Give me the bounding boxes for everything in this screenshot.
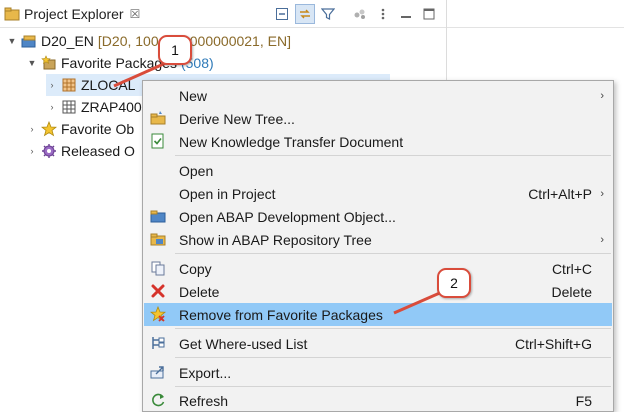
submenu-arrow-icon: ›: [600, 89, 604, 102]
export-icon: [150, 364, 166, 380]
menu-item-label: Copy: [179, 260, 212, 277]
tree-item-project[interactable]: ▼ D20_EN [D20, 100, 000000000021, EN]: [6, 30, 291, 52]
chevron-right-icon[interactable]: ›: [26, 123, 38, 135]
link-with-editor-icon[interactable]: [295, 4, 315, 24]
menu-item-derive-new-tree[interactable]: Derive New Tree...: [144, 107, 612, 130]
submenu-arrow-icon: ›: [600, 233, 604, 246]
menu-separator: [175, 386, 611, 387]
menu-separator: [175, 155, 611, 156]
menu-item-open-in-project[interactable]: Open in Project Ctrl+Alt+P ›: [144, 182, 612, 205]
context-menu: New › Derive New Tree... New Knowledge T…: [142, 80, 614, 412]
collapse-all-icon[interactable]: [272, 4, 292, 24]
menu-item-label: New Knowledge Transfer Document: [179, 133, 404, 150]
menu-item-label: Get Where-used List: [179, 335, 308, 352]
menu-item-copy[interactable]: Copy Ctrl+C: [144, 257, 612, 280]
remove-favorite-icon: [150, 306, 166, 322]
project-explorer-icon: [4, 6, 20, 22]
maximize-view-icon[interactable]: [419, 4, 439, 24]
chevron-down-icon[interactable]: ▼: [26, 57, 38, 69]
menu-item-label: Open: [179, 162, 214, 179]
star-icon: [41, 121, 57, 137]
menu-item-shortcut: F5: [575, 392, 592, 409]
menu-item-open[interactable]: Open: [144, 159, 612, 182]
derive-tree-icon: [150, 110, 166, 126]
view-menu-icon[interactable]: [373, 4, 393, 24]
menu-separator: [175, 253, 611, 254]
menu-item-refresh[interactable]: Refresh F5: [144, 389, 612, 412]
filter-icon[interactable]: [318, 4, 338, 24]
open-abap-object-icon: [150, 208, 166, 224]
callout-2: 2: [437, 268, 471, 298]
menu-item-label: Delete: [179, 283, 220, 300]
repository-tree-icon: [150, 231, 166, 247]
callout-1: 1: [158, 35, 192, 65]
menu-item-new[interactable]: New ›: [144, 84, 612, 107]
package-icon: [61, 99, 77, 115]
submenu-arrow-icon: ›: [600, 187, 604, 200]
menu-item-new-knowledge-transfer-document[interactable]: New Knowledge Transfer Document: [144, 130, 612, 153]
copy-icon: [150, 260, 166, 276]
menu-item-shortcut: Delete: [551, 283, 592, 300]
favorite-packages-icon: [41, 55, 57, 71]
tree-item-released-objects[interactable]: › Released O: [26, 140, 135, 162]
project-label: D20_EN: [41, 33, 94, 49]
tree-item-zrap400[interactable]: › ZRAP400: [46, 96, 142, 118]
menu-item-label: Open in Project: [179, 185, 276, 202]
menu-item-shortcut: Ctrl+Alt+P: [528, 185, 592, 202]
menu-item-label: Remove from Favorite Packages: [179, 306, 383, 323]
menu-item-shortcut: Ctrl+Shift+G: [514, 335, 592, 352]
chevron-right-icon[interactable]: ›: [46, 101, 58, 113]
package-label: ZLOCAL: [81, 77, 136, 93]
view-tab-title: Project Explorer: [24, 6, 124, 22]
project-decoration: [D20, 100, 000000000021, EN]: [97, 33, 291, 49]
toolbar-action-icon[interactable]: [350, 4, 370, 24]
released-objects-label: Released O: [61, 143, 135, 159]
menu-item-get-where-used-list[interactable]: Get Where-used List Ctrl+Shift+G: [144, 332, 612, 355]
view-toolbar: [272, 3, 439, 25]
ktd-document-icon: [150, 133, 166, 149]
close-view-icon[interactable]: ☒: [130, 7, 141, 21]
menu-item-label: Refresh: [179, 392, 229, 409]
menu-item-label: Export...: [179, 364, 232, 381]
menu-item-label: Open ABAP Development Object...: [179, 208, 396, 225]
menu-item-remove-from-favorite-packages[interactable]: Remove from Favorite Packages: [144, 303, 612, 326]
package-label: ZRAP400: [81, 99, 142, 115]
where-used-icon: [150, 335, 166, 351]
menu-item-label: Derive New Tree...: [179, 110, 295, 127]
menu-item-export[interactable]: Export...: [144, 361, 612, 384]
project-explorer-tab[interactable]: Project Explorer ☒: [0, 0, 160, 28]
minimize-view-icon[interactable]: [396, 4, 416, 24]
menu-item-label: Show in ABAP Repository Tree: [179, 231, 372, 248]
menu-separator: [175, 357, 611, 358]
menu-item-shortcut: Ctrl+C: [551, 260, 592, 277]
chevron-right-icon[interactable]: ›: [46, 79, 58, 91]
view-tab-bar: Project Explorer ☒: [0, 0, 446, 28]
abap-project-icon: [21, 33, 37, 49]
menu-item-show-in-abap-repository-tree[interactable]: Show in ABAP Repository Tree ›: [144, 228, 612, 251]
chevron-right-icon[interactable]: ›: [26, 145, 38, 157]
editor-tab-strip: [447, 0, 624, 28]
menu-item-label: New: [179, 87, 208, 104]
chevron-down-icon[interactable]: ▼: [6, 35, 18, 47]
refresh-icon: [150, 392, 166, 408]
favorite-objects-label: Favorite Ob: [61, 121, 135, 137]
package-icon: [61, 77, 77, 93]
menu-item-open-abap-development-object[interactable]: Open ABAP Development Object...: [144, 205, 612, 228]
delete-icon: [150, 283, 166, 299]
menu-item-delete[interactable]: Delete Delete: [144, 280, 612, 303]
tree-item-favorite-objects[interactable]: › Favorite Ob: [26, 118, 134, 140]
menu-separator: [175, 328, 611, 329]
released-objects-icon: [41, 143, 57, 159]
